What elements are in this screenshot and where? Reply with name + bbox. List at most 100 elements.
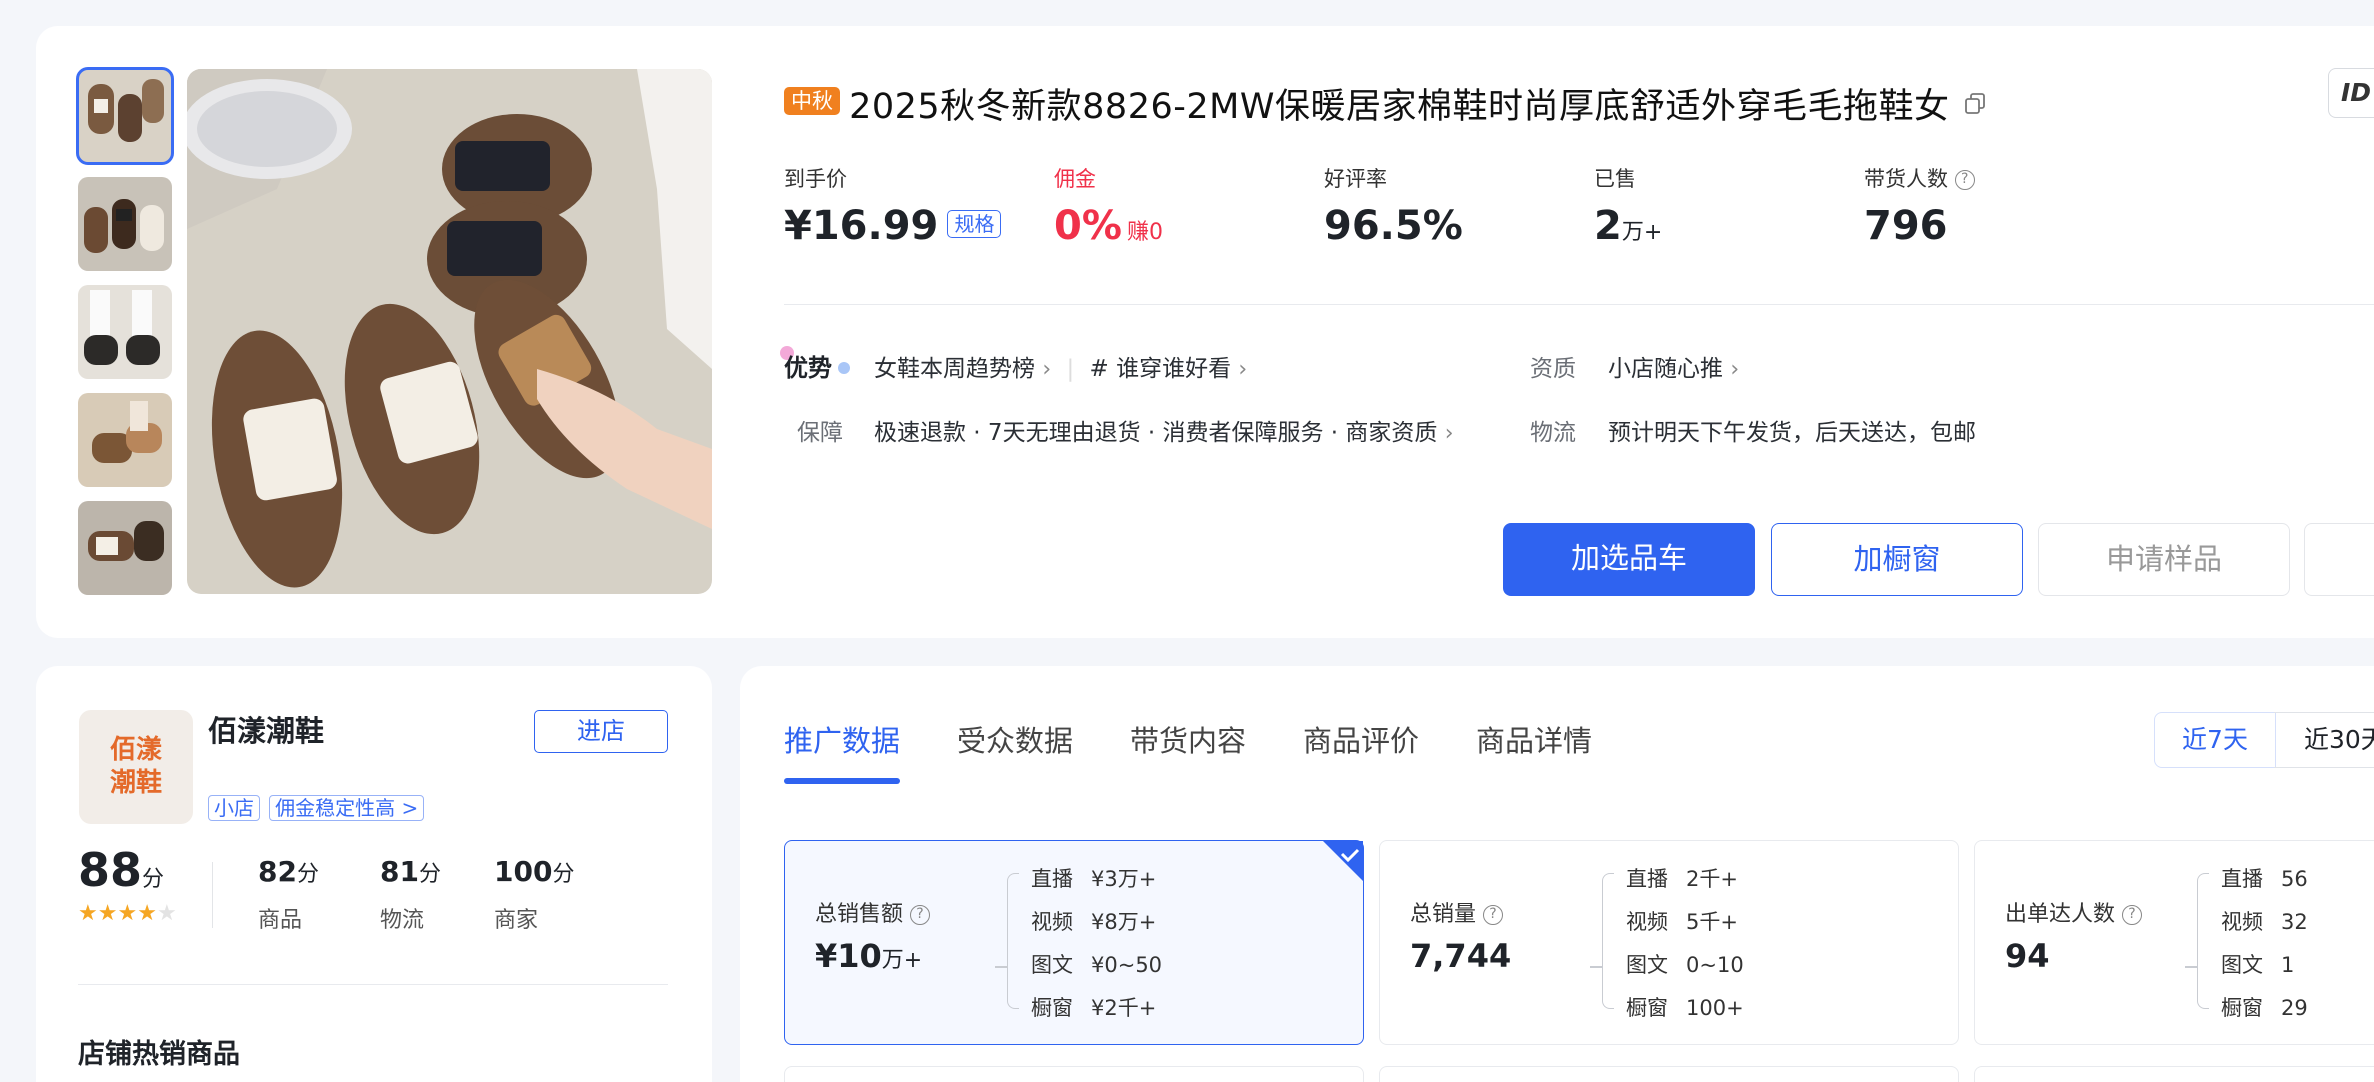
chevron-right-icon: › (1444, 421, 1454, 446)
range-30-days[interactable]: 近30天 (2274, 712, 2374, 768)
tab-promotion[interactable]: 推广数据 (784, 718, 900, 760)
product-main-image[interactable] (187, 69, 712, 594)
sub-key: 橱窗 (2221, 996, 2263, 1020)
guarantee-row[interactable]: 极速退款 · 7天无理由退货 · 消费者保障服务 · 商家资质 › (874, 413, 1454, 447)
sub-value: 56 (2281, 867, 2308, 891)
metric-card-placeholder (1974, 1066, 2374, 1082)
range-7-days[interactable]: 近7天 (2154, 712, 2276, 768)
commission-block: 0% 赚0 (1054, 203, 1163, 249)
metric-sub-row: 图文 ¥0~50 (1031, 949, 1162, 979)
bracket-line (1590, 966, 1602, 968)
spec-button[interactable]: 规格 (947, 210, 1002, 238)
tab-audience[interactable]: 受众数据 (957, 718, 1073, 760)
thumbnail-1[interactable] (76, 67, 174, 165)
rating-label: 好评率 (1324, 167, 1387, 191)
metric-name: 出单达人数 (2005, 902, 2116, 927)
price-block: ¥16.99 规格 (784, 203, 1002, 249)
logistics-label: 物流 (1530, 420, 1576, 446)
sold-block: 2万+ (1594, 203, 1662, 249)
advantage-item-trend[interactable]: 女鞋本周趋势榜 (874, 356, 1035, 382)
sub-value: 100+ (1686, 996, 1744, 1020)
add-cart-button[interactable]: 加选品车 (1503, 523, 1755, 596)
help-icon[interactable]: ? (2122, 905, 2143, 925)
commission-earn: 赚0 (1127, 220, 1164, 245)
metric-card-volume[interactable]: 总销量 ? 7,744 直播 2千+ 视频 5千+ 图文 0~10 橱窗 100+ (1379, 840, 1959, 1045)
commission-stability-tag[interactable]: 佣金稳定性高 > (269, 795, 425, 821)
metric-sub-row: 视频 5千+ (1626, 906, 1738, 936)
more-button[interactable] (2304, 523, 2374, 596)
metric-name-row: 总销量 ? (1410, 896, 1504, 928)
sub-key: 图文 (2221, 953, 2263, 977)
metric-unit: 万+ (881, 948, 923, 973)
help-icon[interactable]: ? (1954, 170, 1975, 190)
active-tab-indicator (784, 778, 900, 784)
sub-key: 橱窗 (1626, 996, 1668, 1020)
small-shop-tag: 小店 (208, 795, 260, 821)
divider (78, 984, 668, 985)
enter-shop-button[interactable]: 进店 (534, 710, 668, 753)
bracket-line (2185, 966, 2197, 968)
metric-sub-row: 橱窗 100+ (1626, 992, 1744, 1022)
thumbnail-2[interactable] (78, 177, 172, 271)
metric-name: 总销售额 (815, 902, 904, 927)
help-icon[interactable]: ? (910, 905, 931, 925)
apply-sample-button[interactable]: 申请样品 (2038, 523, 2290, 596)
sub-value: 0~10 (1686, 953, 1744, 977)
metric-sub-row: 视频 ¥8万+ (1031, 906, 1156, 936)
product-title: 2025秋冬新款8826-2MW保暖居家棉鞋时尚厚底舒适外穿毛毛拖鞋女 (849, 87, 1950, 127)
metric-card-sellers[interactable]: 出单达人数 ? 94 直播 56 视频 32 图文 1 橱窗 29 (1974, 840, 2374, 1045)
score-divider (212, 862, 213, 928)
thumbnail-5[interactable] (78, 501, 172, 595)
metric-value: 94 (2005, 937, 2050, 975)
shop-logo[interactable]: 佰漾潮鞋 (79, 710, 193, 824)
metric-value: 7,744 (1410, 937, 1512, 975)
sub-key: 图文 (1031, 953, 1073, 977)
sub-value: ¥2千+ (1091, 996, 1157, 1020)
qualification-value: 小店随心推 (1608, 356, 1723, 382)
add-window-button[interactable]: 加橱窗 (1771, 523, 2023, 596)
metric-sub-row: 橱窗 ¥2千+ (1031, 992, 1156, 1022)
check-icon (1323, 841, 1363, 881)
shop-name[interactable]: 佰漾潮鞋 (208, 708, 324, 750)
thumbnail-3[interactable] (78, 285, 172, 379)
sub-score-goods: 82分 (258, 855, 319, 888)
sub-key: 视频 (1626, 910, 1668, 934)
sub-score-value: 81 (380, 855, 419, 888)
title-row: 中秋 2025秋冬新款8826-2MW保暖居家棉鞋时尚厚底舒适外穿毛毛拖鞋女 (784, 78, 1985, 129)
advantage-item-hashtag[interactable]: # 谁穿谁好看 (1090, 356, 1232, 382)
metric-sub-row: 橱窗 29 (2221, 992, 2308, 1022)
divider (784, 304, 2374, 305)
metric-value: ¥10 (815, 937, 882, 975)
star-icon: ★ (156, 901, 177, 926)
tab-reviews[interactable]: 商品评价 (1303, 718, 1419, 760)
metric-sub-row: 直播 56 (2221, 863, 2308, 893)
sub-value: 32 (2281, 910, 2308, 934)
qualification-row[interactable]: 小店随心推 › (1608, 349, 1739, 383)
price-label: 到手价 (784, 167, 847, 191)
sellers-label: 带货人数 (1864, 167, 1948, 191)
tab-content[interactable]: 带货内容 (1130, 718, 1246, 760)
commission-label: 佣金 (1054, 167, 1096, 191)
tab-details[interactable]: 商品详情 (1476, 718, 1592, 760)
sellers-value: 796 (1864, 203, 1948, 249)
chevron-right-icon: › (1730, 357, 1740, 382)
metric-sub-row: 图文 0~10 (1626, 949, 1744, 979)
sub-value: 29 (2281, 996, 2308, 1020)
shop-logo-text: 佰漾潮鞋 (109, 735, 162, 798)
sub-value: 2千+ (1686, 867, 1738, 891)
thumbnail-4[interactable] (78, 393, 172, 487)
copy-icon[interactable] (1964, 92, 1985, 115)
bracket-line (2197, 873, 2209, 1009)
commission-value: 0% (1054, 203, 1122, 249)
sub-value: ¥0~50 (1091, 953, 1163, 977)
sub-score-label: 商家 (494, 908, 539, 933)
overall-score-unit: 分 (142, 867, 165, 892)
guarantee-label: 保障 (797, 420, 843, 446)
chevron-right-icon: › (1042, 357, 1052, 382)
help-icon[interactable]: ? (1483, 905, 1504, 925)
metric-card-sales[interactable]: 总销售额 ? ¥10万+ 直播 ¥3万+ 视频 ¥8万+ 图文 ¥0~50 橱窗 ¥2千… (784, 840, 1364, 1045)
sub-key: 直播 (1031, 867, 1073, 891)
id-badge[interactable]: ID (2328, 68, 2374, 118)
metric-name: 总销量 (1410, 902, 1477, 927)
sub-score-value: 100 (494, 855, 553, 888)
